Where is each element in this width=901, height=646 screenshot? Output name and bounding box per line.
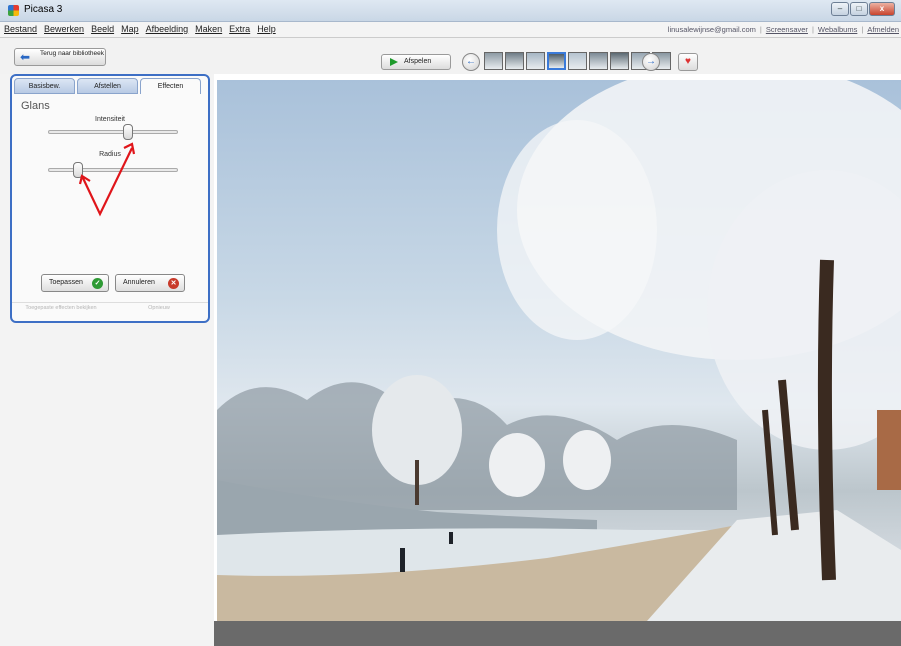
filmstrip-thumbnail[interactable]: [610, 52, 629, 70]
maximize-button[interactable]: □: [850, 2, 868, 16]
window-title: Picasa 3: [24, 4, 63, 15]
back-button-label: Terug naar bibliotheek: [40, 50, 104, 57]
history-buttons: Toegepaste effecten bekijken Opnieuw: [12, 302, 208, 320]
separator: |: [759, 25, 762, 34]
filmstrip-thumbnail[interactable]: [505, 52, 524, 70]
people-tag-button[interactable]: ♥: [678, 53, 698, 71]
cancel-label: Annuleren: [123, 279, 155, 286]
check-icon: ✓: [92, 278, 103, 289]
menu-map[interactable]: Map: [121, 24, 139, 34]
filmstrip-thumbnail[interactable]: [484, 52, 503, 70]
winter-landscape-photo: [217, 80, 901, 621]
tab-tuning[interactable]: Afstellen: [77, 78, 138, 94]
arrow-left-icon: ⬅: [20, 50, 31, 64]
apply-button[interactable]: Toepassen ✓: [41, 274, 109, 292]
separator: |: [811, 25, 814, 34]
edit-panel: Basisbew. Afstellen Effecten Glans Inten…: [0, 74, 214, 646]
edit-tabs: Basisbew. Afstellen Effecten: [14, 78, 201, 94]
minimize-button[interactable]: –: [831, 2, 849, 16]
menu-help[interactable]: Help: [257, 24, 276, 34]
close-button[interactable]: x: [869, 2, 895, 16]
filmstrip-thumbnail[interactable]: [568, 52, 587, 70]
photo-preview[interactable]: [217, 80, 901, 621]
menu-beeld[interactable]: Beeld: [91, 24, 114, 34]
menu-extra[interactable]: Extra: [229, 24, 250, 34]
window-controls: – □ x: [831, 2, 895, 16]
toolbar: ⬅ Terug naar bibliotheek Afspelen ← → ♥: [0, 38, 901, 74]
filmstrip-thumbnail[interactable]: [547, 52, 566, 70]
annotation-arrow-icon: [78, 142, 136, 217]
filmstrip-thumbnail[interactable]: [589, 52, 608, 70]
back-to-library-button[interactable]: ⬅ Terug naar bibliotheek: [14, 48, 106, 66]
menu-items: Bestand Bewerken Beeld Map Afbeelding Ma…: [4, 24, 276, 34]
apply-label: Toepassen: [49, 279, 83, 286]
signout-link[interactable]: Afmelden: [867, 25, 899, 34]
account-email: linusalewijnse@gmail.com: [667, 25, 756, 34]
intensity-label: Intensiteit: [95, 116, 125, 123]
cancel-icon: ✕: [168, 278, 179, 289]
play-label: Afspelen: [404, 58, 432, 65]
picasa-logo-icon: [8, 5, 19, 16]
account-links: linusalewijnse@gmail.com | Screensaver |…: [668, 25, 899, 34]
menu-bar: Bestand Bewerken Beeld Map Afbeelding Ma…: [0, 22, 901, 38]
redo-button[interactable]: Opnieuw: [110, 302, 208, 320]
tab-effects[interactable]: Effecten: [140, 78, 201, 94]
webalbums-link[interactable]: Webalbums: [818, 25, 857, 34]
status-bar: [214, 621, 901, 646]
separator: |: [861, 25, 864, 34]
menu-maken[interactable]: Maken: [195, 24, 222, 34]
play-slideshow-button[interactable]: Afspelen: [381, 54, 451, 70]
tab-basic[interactable]: Basisbew.: [14, 78, 75, 94]
menu-afbeelding[interactable]: Afbeelding: [146, 24, 189, 34]
title-bar: Picasa 3 – □ x: [0, 0, 901, 22]
effect-title: Glans: [21, 100, 50, 112]
play-icon: [390, 58, 398, 66]
next-photo-button[interactable]: →: [642, 53, 660, 71]
previous-photo-button[interactable]: ←: [462, 53, 480, 71]
filmstrip-thumbnail[interactable]: [526, 52, 545, 70]
effects-panel: Basisbew. Afstellen Effecten Glans Inten…: [10, 74, 210, 323]
screensaver-link[interactable]: Screensaver: [766, 25, 808, 34]
menu-bestand[interactable]: Bestand: [4, 24, 37, 34]
view-applied-effects-button[interactable]: Toegepaste effecten bekijken: [12, 302, 110, 320]
cancel-button[interactable]: Annuleren ✕: [115, 274, 185, 292]
menu-bewerken[interactable]: Bewerken: [44, 24, 84, 34]
